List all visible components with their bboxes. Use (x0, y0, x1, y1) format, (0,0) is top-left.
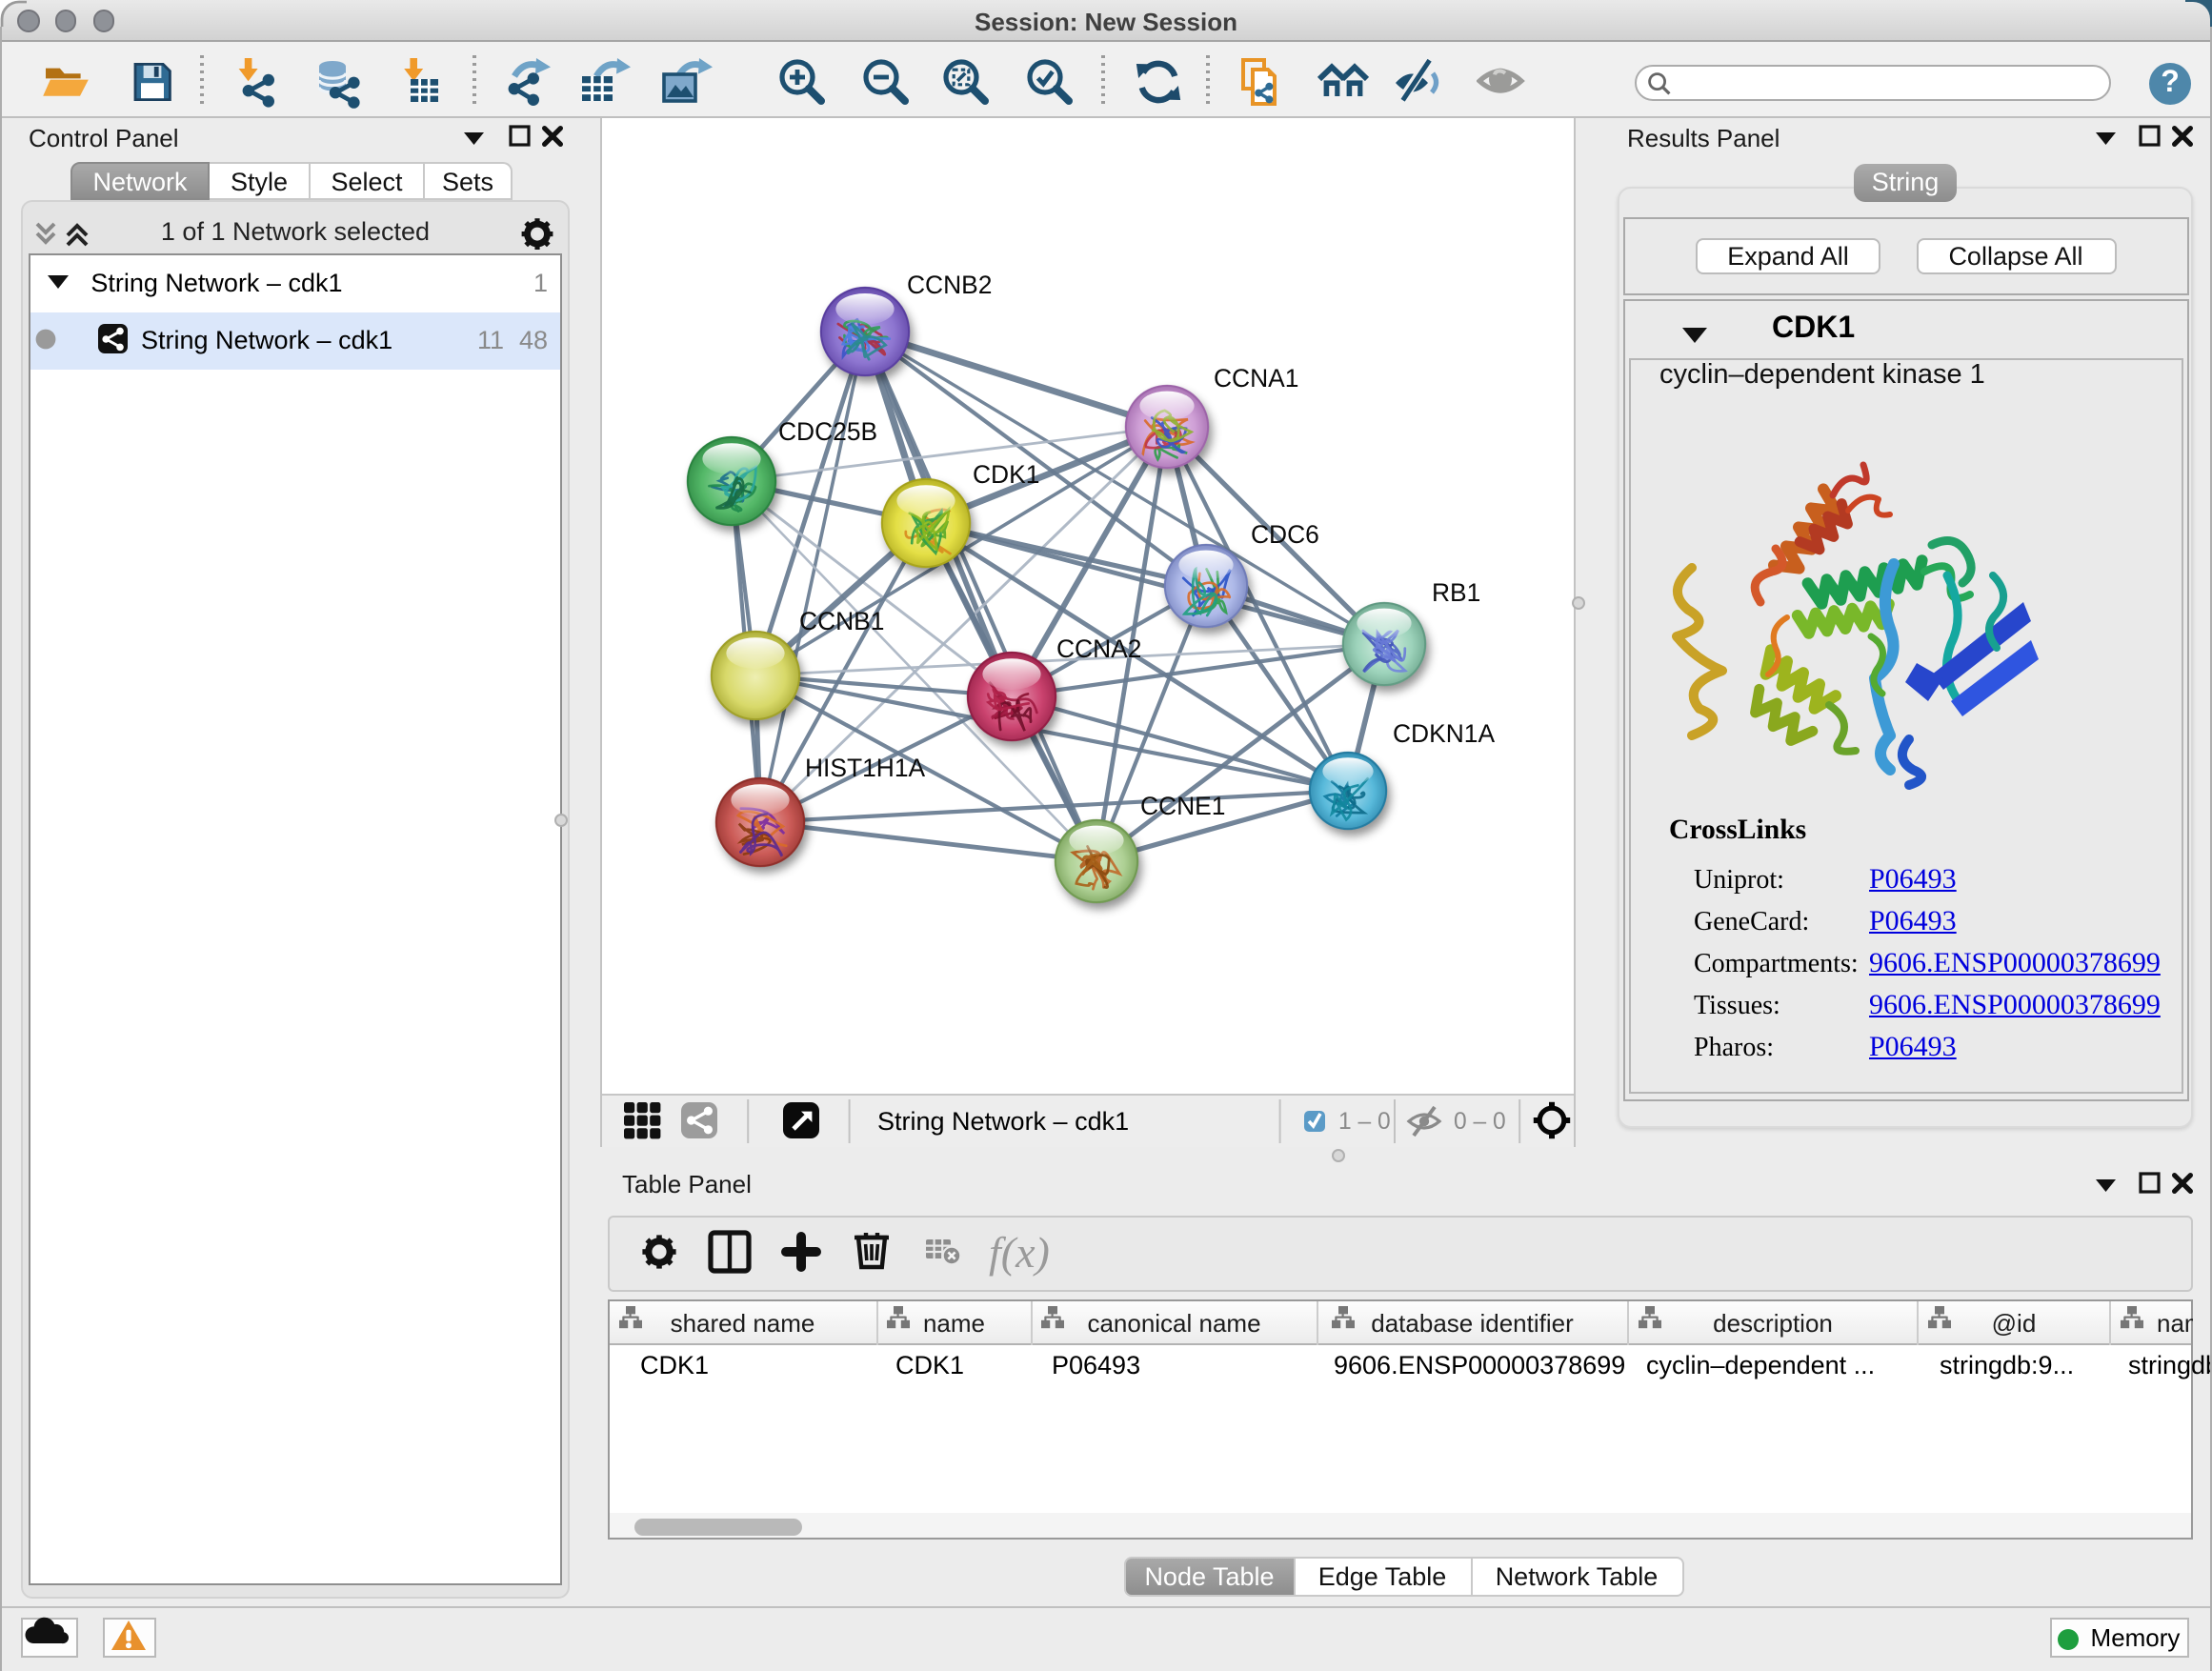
svg-text:f(x): f(x) (989, 1228, 1050, 1277)
